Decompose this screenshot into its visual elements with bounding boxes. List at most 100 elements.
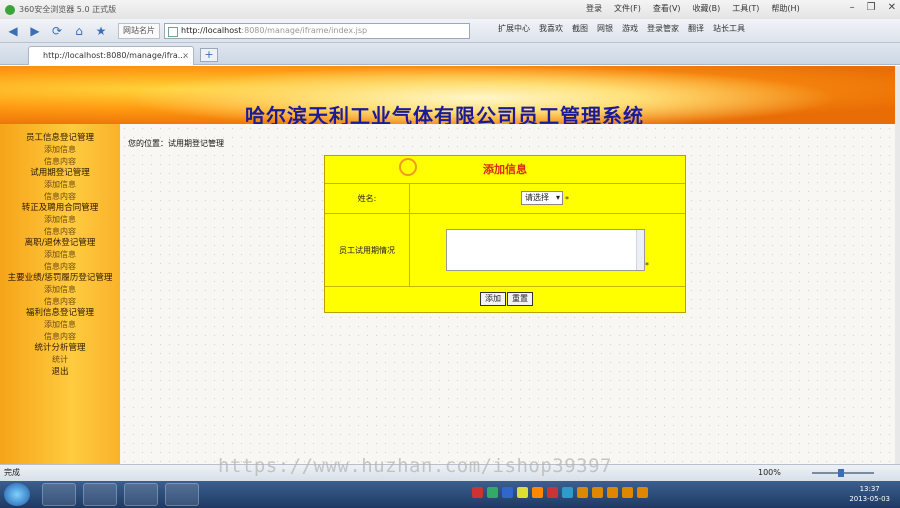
sidebar-group-contract[interactable]: 转正及聘用合同管理 bbox=[0, 202, 120, 214]
sidebar-group-statistics[interactable]: 统计分析管理 bbox=[0, 342, 120, 354]
menu-favorites[interactable]: 收藏(B) bbox=[693, 3, 721, 14]
mouse-cursor-highlight bbox=[399, 158, 417, 176]
menu-help[interactable]: 帮助(H) bbox=[771, 3, 799, 14]
toolbar-login-manager[interactable]: 登录管家 bbox=[647, 23, 679, 34]
browser-taskbar-icon[interactable] bbox=[83, 483, 117, 506]
form-row-name: 姓名: 请选择 * bbox=[325, 184, 685, 214]
maximize-icon[interactable]: ❐ bbox=[867, 2, 876, 13]
refresh-icon[interactable]: ⟳ bbox=[48, 23, 66, 39]
trial-textarea[interactable] bbox=[446, 229, 645, 271]
sidebar-item-list[interactable]: 信息内容 bbox=[0, 226, 120, 238]
sidebar-item-list[interactable]: 信息内容 bbox=[0, 296, 120, 308]
sidebar-item-add[interactable]: 添加信息 bbox=[0, 214, 120, 226]
address-bar[interactable]: http://localhost:8080/manage/iframe/inde… bbox=[164, 22, 470, 39]
sidebar-group-employee-info[interactable]: 员工信息登记管理 bbox=[0, 132, 120, 144]
sidebar-item-list[interactable]: 信息内容 bbox=[0, 191, 120, 203]
sidebar-item-add[interactable]: 添加信息 bbox=[0, 179, 120, 191]
menu-file[interactable]: 文件(F) bbox=[614, 3, 641, 14]
status-text: 完成 bbox=[4, 468, 20, 477]
browser-logo-icon bbox=[5, 4, 15, 15]
tray-icon[interactable] bbox=[502, 487, 513, 498]
clock-time: 13:37 bbox=[859, 485, 880, 493]
submit-button[interactable]: 添加 bbox=[480, 292, 506, 306]
tray-icon[interactable] bbox=[607, 487, 618, 498]
browser-nav-bar: ◀ ▶ ⟳ ⌂ ★ 网站名片 http://localhost:8080/man… bbox=[0, 19, 900, 43]
sidebar-item-add[interactable]: 添加信息 bbox=[0, 284, 120, 296]
system-tray bbox=[472, 487, 648, 498]
sidebar-group-performance[interactable]: 主要业绩/惩罚履历登记管理 bbox=[0, 272, 120, 284]
zoom-slider-knob[interactable] bbox=[838, 469, 844, 477]
textarea-scrollbar[interactable] bbox=[636, 230, 644, 270]
sidebar-group-resignation[interactable]: 离职/退休登记管理 bbox=[0, 237, 120, 249]
sidebar-item-statistics[interactable]: 统计 bbox=[0, 354, 120, 366]
tray-icon[interactable] bbox=[622, 487, 633, 498]
sidebar-group-trial[interactable]: 试用期登记管理 bbox=[0, 167, 120, 179]
tray-icon[interactable] bbox=[532, 487, 543, 498]
toolbar-translate[interactable]: 翻译 bbox=[688, 23, 704, 34]
forward-icon[interactable]: ▶ bbox=[26, 23, 44, 39]
toolbar-like[interactable]: 我喜欢 bbox=[539, 23, 563, 34]
add-form: 添加信息 姓名: 请选择 * 员工试用期情况 * 添加 重置 bbox=[324, 155, 686, 313]
minimize-icon[interactable]: – bbox=[850, 2, 855, 13]
address-path: :8080/manage/iframe/index.jsp bbox=[241, 25, 368, 35]
page-scrollbar[interactable] bbox=[895, 66, 900, 464]
tray-icon[interactable] bbox=[487, 487, 498, 498]
sidebar-exit-link[interactable]: 退出 bbox=[0, 366, 120, 378]
sidebar-item-add[interactable]: 添加信息 bbox=[0, 319, 120, 331]
sidebar-item-list[interactable]: 信息内容 bbox=[0, 261, 120, 273]
new-tab-button[interactable]: + bbox=[200, 48, 218, 62]
tray-icon[interactable] bbox=[517, 487, 528, 498]
window-controls: – ❐ ✕ bbox=[850, 2, 896, 13]
tray-icon[interactable] bbox=[472, 487, 483, 498]
menu-view[interactable]: 查看(V) bbox=[653, 3, 681, 14]
toolbar-screenshot[interactable]: 截图 bbox=[572, 23, 588, 34]
tray-icon[interactable] bbox=[637, 487, 648, 498]
site-banner: 哈尔滨天利工业气体有限公司员工管理系统 bbox=[0, 66, 895, 128]
form-row-actions: 添加 重置 bbox=[325, 287, 685, 313]
sidebar-item-add[interactable]: 添加信息 bbox=[0, 249, 120, 261]
eclipse-taskbar-icon[interactable] bbox=[165, 483, 199, 506]
browser-tab[interactable]: http://localhost:8080/manage/ifra... × bbox=[28, 46, 194, 65]
name-select[interactable]: 请选择 bbox=[521, 191, 563, 205]
back-icon[interactable]: ◀ bbox=[4, 23, 22, 39]
ie-taskbar-icon[interactable] bbox=[42, 483, 76, 506]
tab-close-icon[interactable]: × bbox=[182, 47, 189, 64]
form-row-trial: 员工试用期情况 * bbox=[325, 214, 685, 287]
menu-tools[interactable]: 工具(T) bbox=[732, 3, 759, 14]
main-content: 您的位置：试用期登记管理 添加信息 姓名: 请选择 * 员工试用期情况 * 添加… bbox=[120, 124, 895, 464]
close-icon[interactable]: ✕ bbox=[888, 2, 896, 13]
tray-icon[interactable] bbox=[577, 487, 588, 498]
tray-icon[interactable] bbox=[562, 487, 573, 498]
home-icon[interactable]: ⌂ bbox=[70, 23, 88, 39]
menu-login[interactable]: 登录 bbox=[586, 3, 602, 14]
required-mark: * bbox=[565, 195, 569, 204]
sidebar-item-list[interactable]: 信息内容 bbox=[0, 331, 120, 343]
taskbar-clock[interactable]: 13:37 2013-05-03 bbox=[849, 484, 890, 504]
favorites-button[interactable]: 网站名片 bbox=[118, 22, 160, 39]
toolbar-games[interactable]: 游戏 bbox=[622, 23, 638, 34]
zoom-slider[interactable] bbox=[812, 469, 874, 477]
zoom-level[interactable]: 100% bbox=[758, 465, 781, 481]
sidebar-item-list[interactable]: 信息内容 bbox=[0, 156, 120, 168]
tray-icon[interactable] bbox=[547, 487, 558, 498]
toolbar-extensions[interactable]: 扩展中心 bbox=[498, 23, 530, 34]
app-taskbar-icon[interactable] bbox=[124, 483, 158, 506]
reset-button[interactable]: 重置 bbox=[507, 292, 533, 306]
breadcrumb: 您的位置：试用期登记管理 bbox=[128, 139, 224, 148]
windows-taskbar: 13:37 2013-05-03 bbox=[0, 481, 900, 508]
clock-date: 2013-05-03 bbox=[849, 495, 890, 503]
browser-toolbar: 扩展中心 我喜欢 截图 网银 游戏 登录管家 翻译 站长工具 bbox=[498, 23, 745, 34]
tray-icon[interactable] bbox=[592, 487, 603, 498]
browser-menu-bar: 登录 文件(F) 查看(V) 收藏(B) 工具(T) 帮助(H) bbox=[586, 3, 800, 14]
watermark: https://www.huzhan.com/ishop39397 bbox=[218, 455, 612, 477]
window-title: 360安全浏览器 5.0 正式版 bbox=[19, 5, 117, 14]
web-page: 哈尔滨天利工业气体有限公司员工管理系统 员工信息登记管理 添加信息 信息内容 试… bbox=[0, 66, 895, 464]
browser-title-bar: 360安全浏览器 5.0 正式版 登录 文件(F) 查看(V) 收藏(B) 工具… bbox=[0, 0, 900, 19]
name-label: 姓名: bbox=[325, 184, 410, 213]
toolbar-webmaster[interactable]: 站长工具 bbox=[713, 23, 745, 34]
start-button[interactable] bbox=[4, 483, 30, 506]
sidebar-group-welfare[interactable]: 福利信息登记管理 bbox=[0, 307, 120, 319]
toolbar-bank[interactable]: 网银 bbox=[597, 23, 613, 34]
favorite-star-icon[interactable]: ★ bbox=[92, 23, 110, 39]
sidebar-item-add[interactable]: 添加信息 bbox=[0, 144, 120, 156]
